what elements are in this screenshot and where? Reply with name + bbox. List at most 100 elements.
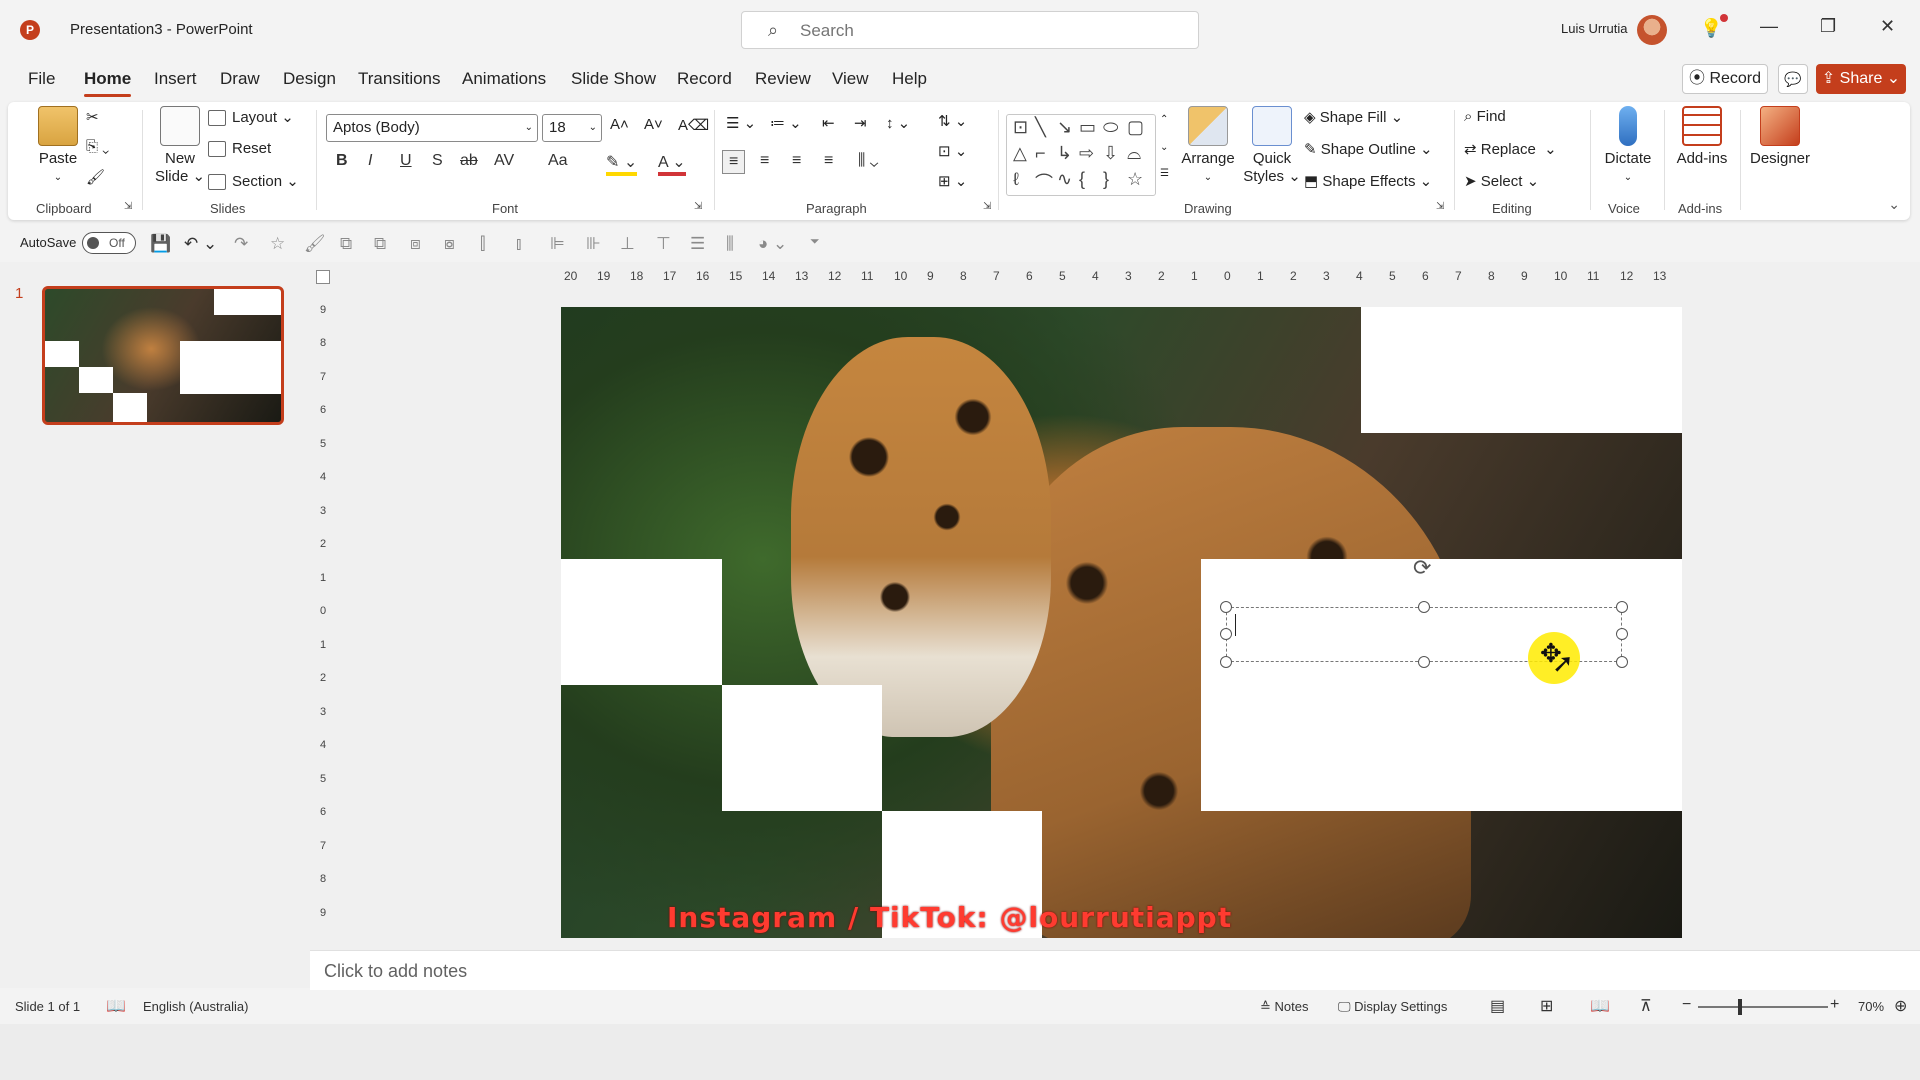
align-right-icon[interactable]: ⊪ bbox=[586, 234, 601, 254]
save-icon[interactable]: 💾 bbox=[150, 234, 171, 254]
tab-view[interactable]: View bbox=[832, 69, 869, 89]
line-shape-icon[interactable]: ╲ bbox=[1035, 117, 1046, 138]
rounded-rect-shape-icon[interactable]: ▢ bbox=[1127, 117, 1144, 138]
left-brace-icon[interactable]: { bbox=[1079, 169, 1085, 190]
elbow-arrow-icon[interactable]: ↳ bbox=[1057, 143, 1072, 164]
zoom-slider[interactable] bbox=[1698, 1006, 1828, 1008]
shapes-gallery[interactable]: ⊡ ╲ ↘ ▭ ⬭ ▢ △ ⌐ ↳ ⇨ ⇩ ⌓ ℓ ⌒ ∿ { } ☆ bbox=[1006, 114, 1156, 196]
dictate-button[interactable]: Dictate ⌄ bbox=[1596, 106, 1660, 184]
reset-button[interactable]: Reset bbox=[208, 140, 271, 158]
down-arrow-shape-icon[interactable]: ⇩ bbox=[1103, 143, 1118, 164]
distribute-horizontal-icon[interactable]: ⫼ bbox=[726, 234, 734, 254]
strikethrough-button[interactable]: ab bbox=[460, 152, 478, 170]
tab-animations[interactable]: Animations bbox=[462, 69, 546, 89]
tab-transitions[interactable]: Transitions bbox=[358, 69, 441, 89]
gallery-scroll-up-icon[interactable]: ⌃ bbox=[1160, 114, 1168, 125]
drawing-launcher-icon[interactable]: ⇲ bbox=[1436, 201, 1444, 212]
notes-toggle[interactable]: ≙ Notes bbox=[1260, 999, 1308, 1015]
collapse-ribbon-icon[interactable]: ⌄ bbox=[1888, 196, 1900, 213]
autosave-toggle[interactable]: Off bbox=[82, 232, 136, 254]
cut-icon[interactable]: ✂ bbox=[86, 108, 99, 126]
align-left-icon[interactable]: ⊫ bbox=[550, 234, 565, 254]
format-painter-icon[interactable]: 🖌 bbox=[86, 168, 105, 186]
avatar[interactable] bbox=[1637, 15, 1667, 45]
star-shape-icon[interactable]: ☆ bbox=[1127, 169, 1143, 190]
search-input[interactable] bbox=[800, 20, 1180, 42]
shadow-button[interactable]: S bbox=[432, 152, 443, 170]
change-case-button[interactable]: Aa bbox=[548, 152, 568, 170]
copy-icon[interactable]: ⎘ ⌄ bbox=[86, 138, 109, 155]
clear-formatting-icon[interactable]: A⌫ bbox=[678, 116, 709, 134]
right-brace-icon[interactable]: } bbox=[1103, 169, 1109, 190]
user-name[interactable]: Luis Urrutia bbox=[1561, 21, 1627, 36]
font-color-icon[interactable]: A ⌄ bbox=[658, 152, 686, 176]
curve-shape-icon[interactable]: ∿ bbox=[1057, 169, 1072, 190]
smartart-icon[interactable]: ⊞ ⌄ bbox=[938, 172, 967, 190]
resize-handle[interactable] bbox=[1418, 656, 1430, 668]
tab-design[interactable]: Design bbox=[283, 69, 336, 89]
designer-button[interactable]: Designer bbox=[1746, 106, 1814, 167]
resize-handle[interactable] bbox=[1220, 656, 1232, 668]
increase-indent-icon[interactable]: ⇥ bbox=[854, 114, 867, 132]
distribute-vertical-icon[interactable]: ☰ bbox=[690, 234, 705, 254]
section-button[interactable]: Section ⌄ bbox=[208, 172, 299, 191]
resize-handle[interactable] bbox=[1616, 656, 1628, 668]
rectangle-shape-icon[interactable]: ▭ bbox=[1079, 117, 1096, 138]
layout-button[interactable]: Layout ⌄ bbox=[208, 108, 294, 127]
send-backward-icon[interactable]: ⧉ bbox=[374, 234, 386, 254]
font-launcher-icon[interactable]: ⇲ bbox=[694, 201, 702, 212]
right-arrow-shape-icon[interactable]: ⇨ bbox=[1079, 143, 1094, 164]
quick-styles-button[interactable]: Quick Styles ⌄ bbox=[1240, 106, 1304, 185]
language-indicator[interactable]: English (Australia) bbox=[143, 999, 249, 1014]
justify-icon[interactable]: ≡ bbox=[824, 152, 833, 170]
redo-icon[interactable]: ↷ bbox=[234, 234, 248, 254]
record-button[interactable]: ⦿ Record bbox=[1682, 64, 1768, 94]
merge-shapes-icon[interactable]: ◕ ⌄ bbox=[758, 234, 787, 254]
italic-button[interactable]: I bbox=[368, 152, 372, 170]
display-settings-button[interactable]: 🖵 Display Settings bbox=[1338, 999, 1447, 1015]
arrow-line-shape-icon[interactable]: ↘ bbox=[1057, 117, 1072, 138]
highlight-color-icon[interactable]: ✎ ⌄ bbox=[606, 152, 638, 176]
flowchart-shape-icon[interactable]: ⌓ bbox=[1127, 143, 1141, 164]
share-button[interactable]: ⇪ Share ⌄ bbox=[1816, 64, 1906, 94]
align-text-icon[interactable]: ⊡ ⌄ bbox=[938, 142, 967, 160]
gallery-more-icon[interactable]: ☰ bbox=[1160, 168, 1169, 179]
grow-font-button[interactable]: A˄ bbox=[610, 116, 629, 133]
oval-shape-icon[interactable]: ⬭ bbox=[1103, 117, 1118, 138]
align-center-icon[interactable]: ≡ bbox=[760, 152, 769, 170]
columns-icon[interactable]: ⫼ ⌄ bbox=[858, 152, 878, 170]
decrease-indent-icon[interactable]: ⇤ bbox=[822, 114, 835, 132]
paste-button[interactable]: Paste ⌄ bbox=[28, 106, 88, 184]
shape-effects-button[interactable]: ⬒ Shape Effects ⌄ bbox=[1304, 172, 1432, 190]
group-icon[interactable]: ⧈ bbox=[410, 234, 421, 254]
minimize-button[interactable]: — bbox=[1760, 16, 1778, 37]
font-size-combobox[interactable]: 18 ⌄ bbox=[542, 114, 602, 142]
close-button[interactable]: ✕ bbox=[1880, 16, 1895, 37]
clipboard-launcher-icon[interactable]: ⇲ bbox=[124, 201, 132, 212]
elbow-connector-icon[interactable]: ⌐ bbox=[1035, 143, 1046, 164]
notes-pane[interactable]: Click to add notes bbox=[310, 950, 1920, 990]
customize-qat-icon[interactable]: ⏷ bbox=[810, 234, 820, 249]
slide-show-icon[interactable]: ⊼ bbox=[1640, 996, 1652, 1016]
format-painter-icon[interactable]: 🖌 bbox=[304, 234, 326, 254]
underline-button[interactable]: U bbox=[400, 152, 412, 170]
accessibility-icon[interactable]: 📖 bbox=[106, 996, 126, 1016]
align-middle-icon[interactable]: ⫾ bbox=[516, 234, 521, 254]
resize-handle[interactable] bbox=[1616, 601, 1628, 613]
align-top-icon[interactable]: ⊤ bbox=[656, 234, 671, 254]
align-bottom-icon[interactable]: ⊥ bbox=[620, 234, 635, 254]
tab-insert[interactable]: Insert bbox=[154, 69, 197, 89]
white-block-right[interactable] bbox=[1201, 559, 1682, 811]
replace-button[interactable]: ⇄ Replace ⌄ bbox=[1464, 140, 1557, 158]
restore-button[interactable]: ❐ bbox=[1820, 16, 1836, 37]
tab-home[interactable]: Home bbox=[84, 69, 132, 97]
gallery-scroll-down-icon[interactable]: ⌄ bbox=[1160, 142, 1168, 153]
bold-button[interactable]: B bbox=[336, 152, 348, 170]
shrink-font-button[interactable]: A˅ bbox=[644, 116, 663, 133]
ruler-tab-selector[interactable] bbox=[316, 270, 330, 284]
white-block-top-right[interactable] bbox=[1361, 307, 1682, 433]
zoom-slider-thumb[interactable] bbox=[1738, 999, 1742, 1015]
tab-review[interactable]: Review bbox=[755, 69, 811, 89]
arc-shape-icon[interactable]: ⌒ bbox=[1035, 169, 1053, 195]
freeform-shape-icon[interactable]: ℓ bbox=[1013, 169, 1019, 190]
